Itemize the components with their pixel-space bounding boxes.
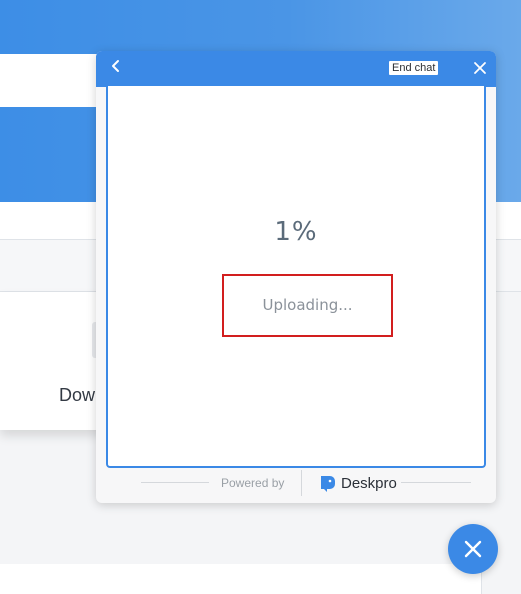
chevron-left-icon — [112, 60, 119, 72]
brand-name: Deskpro — [341, 474, 397, 492]
close-chat-button[interactable] — [471, 59, 489, 77]
footer-divider-line — [141, 482, 209, 483]
powered-by-label: Powered by — [221, 476, 285, 490]
chat-toggle-button[interactable] — [448, 524, 498, 574]
footer-divider-line — [401, 482, 471, 483]
chat-body: 1% Uploading... — [106, 86, 486, 468]
deskpro-elephant-icon — [321, 476, 335, 492]
card-label: Dow — [59, 385, 96, 405]
footer-panel — [0, 564, 482, 594]
chat-topbar: End chat — [96, 51, 496, 87]
end-chat-button[interactable]: End chat — [389, 61, 439, 75]
upload-progress-percent: 1% — [274, 217, 318, 247]
upload-status-box: Uploading... — [222, 274, 393, 337]
close-icon — [474, 62, 486, 74]
brand-link[interactable]: Deskpro — [319, 473, 397, 493]
close-icon — [464, 540, 482, 558]
back-button[interactable] — [106, 57, 126, 77]
upload-status-text: Uploading... — [262, 296, 353, 314]
footer-vertical-divider — [301, 470, 302, 496]
chat-footer: Powered by Deskpro — [96, 468, 496, 503]
chat-widget: End chat 1% Uploading... Powered by Desk… — [96, 51, 496, 503]
